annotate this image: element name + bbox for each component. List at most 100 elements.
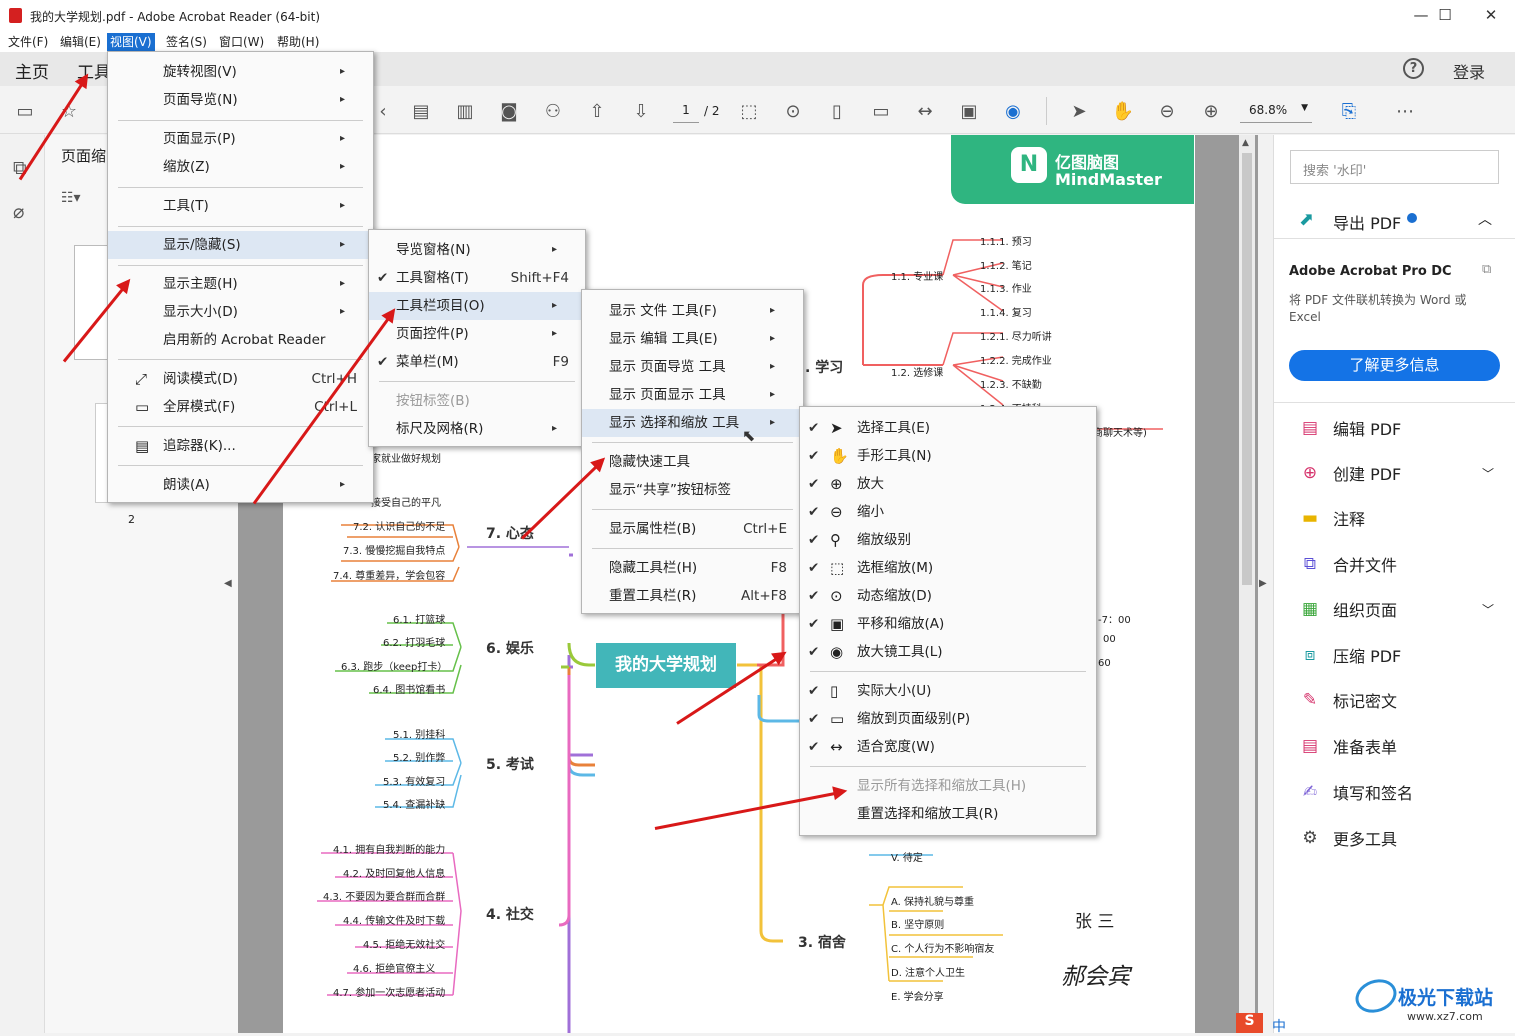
menu-item-properties-bar[interactable]: 显示属性栏(B) Ctrl+E xyxy=(582,515,803,543)
menu-item-page-nav[interactable]: 页面导览(N) ▸ xyxy=(108,86,373,114)
menu-item-marquee-zoom[interactable]: ✔ ⬚ 选框缩放(M) xyxy=(800,554,1096,582)
save-icon[interactable]: ▭ xyxy=(12,98,38,124)
menu-item-page-display[interactable]: 页面显示(P) ▸ xyxy=(108,125,373,153)
snapshot-icon[interactable]: ◙ xyxy=(496,98,522,124)
menu-help[interactable]: 帮助(H) xyxy=(274,33,322,51)
menu-item-zoom-level[interactable]: ✔ ⚲ 缩放级别 xyxy=(800,526,1096,554)
menu-item-zoom[interactable]: 缩放(Z) ▸ xyxy=(108,153,373,181)
zoom-out-icon[interactable]: ⊖ xyxy=(1154,98,1180,124)
learn-more-button[interactable]: 了解更多信息 xyxy=(1289,350,1500,381)
menu-item-hide-toolbars[interactable]: 隐藏工具栏(H) F8 xyxy=(582,554,803,582)
menu-item-tools-pane[interactable]: ✔ 工具窗格(T) Shift+F4 xyxy=(369,264,585,292)
tab-home[interactable]: 主页 xyxy=(15,58,49,83)
attachment-icon[interactable]: ⌀ xyxy=(13,201,24,223)
menu-item-zoom-out[interactable]: ✔ ⊖ 缩小 xyxy=(800,498,1096,526)
marquee-zoom-icon[interactable]: ⬚ xyxy=(736,98,762,124)
tool-organize[interactable]: ▦ 组织页面 ﹀ xyxy=(1298,594,1498,624)
actual-size-icon[interactable]: ▯ xyxy=(824,98,850,124)
tool-form[interactable]: ▤ 准备表单 xyxy=(1298,731,1498,761)
tool-more[interactable]: ⚙ 更多工具 xyxy=(1298,823,1498,853)
menu-file[interactable]: 文件(F) xyxy=(5,33,51,51)
pan-zoom-icon[interactable]: ▣ xyxy=(956,98,982,124)
menu-view[interactable]: 视图(V) xyxy=(107,33,155,51)
menu-item-fit-page[interactable]: ✔ ▭ 缩放到页面级别(P) xyxy=(800,705,1096,733)
tool-comment[interactable]: ▬ 注释 xyxy=(1298,503,1498,533)
collapse-left-icon[interactable]: ◀ xyxy=(224,578,232,589)
maximize-button[interactable]: ☐ xyxy=(1422,4,1468,28)
menu-item-reset-select-zoom[interactable]: 重置选择和缩放工具(R) xyxy=(800,800,1096,828)
help-icon[interactable]: ? xyxy=(1403,58,1424,79)
chevron-up-icon[interactable]: ︿ xyxy=(1478,209,1492,229)
hand-icon[interactable]: ✋ xyxy=(1110,98,1136,124)
ime-logo-icon[interactable]: S xyxy=(1236,1013,1263,1033)
tool-create-pdf[interactable]: ⊕ 创建 PDF ﹀ xyxy=(1298,458,1498,488)
scroll-up-icon[interactable]: ▲ xyxy=(1242,138,1249,148)
cursor-icon[interactable]: ➤ xyxy=(1066,98,1092,124)
menu-item-page-controls[interactable]: 页面控件(P) ▸ xyxy=(369,320,585,348)
menu-item-toolbar-items[interactable]: 工具栏项目(O) ▸ xyxy=(369,292,585,320)
tool-sign[interactable]: ✍ 填写和签名 xyxy=(1298,777,1498,807)
menu-item-select-tool[interactable]: ✔ ➤ 选择工具(E) xyxy=(800,414,1096,442)
menu-item-hide-quick-tools[interactable]: 隐藏快速工具 xyxy=(582,448,803,476)
clipboard-icon[interactable]: ▥ xyxy=(452,98,478,124)
menu-item-reset-toolbars[interactable]: 重置工具栏(R) Alt+F8 xyxy=(582,582,803,610)
menu-item-display-size[interactable]: 显示大小(D) ▸ xyxy=(108,298,373,326)
menu-item-show-hide[interactable]: 显示/隐藏(S) ▸ xyxy=(108,231,373,259)
page-compare-icon[interactable]: ▤ xyxy=(408,98,434,124)
search-input[interactable]: 搜索 '水印' xyxy=(1290,150,1499,184)
menu-item-tracker[interactable]: ▤ 追踪器(K)... xyxy=(108,432,373,460)
scrollbar-thumb[interactable] xyxy=(1242,153,1252,585)
menu-item-pan-zoom[interactable]: ✔ ▣ 平移和缩放(A) xyxy=(800,610,1096,638)
menu-item-fullscreen[interactable]: ▭ 全屏模式(F) Ctrl+L xyxy=(108,393,373,421)
next-page-icon[interactable]: ⇩ xyxy=(628,98,654,124)
fit-width-icon[interactable]: ↔ xyxy=(912,98,938,124)
menu-edit[interactable]: 编辑(E) xyxy=(57,33,104,51)
menu-item-loupe[interactable]: ✔ ◉ 放大镜工具(L) xyxy=(800,638,1096,666)
tool-combine[interactable]: ⧉ 合并文件 xyxy=(1298,549,1498,579)
binoculars-icon[interactable]: ⚇ xyxy=(540,98,566,124)
menu-item-menubar[interactable]: ✔ 菜单栏(M) F9 xyxy=(369,348,585,376)
menu-item-fit-width[interactable]: ✔ ↔ 适合宽度(W) xyxy=(800,733,1096,761)
zoom-level-select[interactable]: 68.8% ▼ xyxy=(1240,99,1312,123)
menu-item-hand-tool[interactable]: ✔ ✋ 手形工具(N) xyxy=(800,442,1096,470)
menu-item-dynamic-zoom[interactable]: ✔ ⊙ 动态缩放(D) xyxy=(800,582,1096,610)
dynamic-zoom-icon[interactable]: ⊙ xyxy=(780,98,806,124)
menu-item-read-aloud[interactable]: 朗读(A) ▸ xyxy=(108,471,373,499)
menu-item-zoom-in[interactable]: ✔ ⊕ 放大 xyxy=(800,470,1096,498)
fit-page-icon[interactable]: ▭ xyxy=(868,98,894,124)
tool-compress[interactable]: ⧈ 压缩 PDF xyxy=(1298,640,1498,670)
ime-mode[interactable]: 中 xyxy=(1272,1016,1286,1036)
prev-page-icon[interactable]: ⇧ xyxy=(584,98,610,124)
menu-item-actual-size[interactable]: ✔ ▯ 实际大小(U) xyxy=(800,677,1096,705)
menu-item-file-tools[interactable]: 显示 文件 工具(F) ▸ xyxy=(582,297,803,325)
loupe-icon[interactable]: ◉ xyxy=(1000,98,1026,124)
menu-item-new-reader[interactable]: 启用新的 Acrobat Reader xyxy=(108,326,373,354)
tool-redact[interactable]: ✎ 标记密文 xyxy=(1298,685,1498,715)
chevron-down-icon[interactable]: ﹀ xyxy=(1482,465,1494,482)
menu-item-share-label[interactable]: 显示“共享”按钮标签 xyxy=(582,476,803,504)
more-icon[interactable]: ⋯ xyxy=(1392,98,1418,124)
tool-edit-pdf[interactable]: ▤ 编辑 PDF xyxy=(1298,413,1498,443)
menu-item-page-nav-tools[interactable]: 显示 页面导览 工具 ▸ xyxy=(582,353,803,381)
login-button[interactable]: 登录 xyxy=(1453,59,1485,83)
vertical-scrollbar[interactable]: ▲ xyxy=(1239,135,1255,1033)
chevron-down-icon[interactable]: ﹀ xyxy=(1482,601,1494,618)
menu-item-rotate[interactable]: 旋转视图(V) ▸ xyxy=(108,58,373,86)
menu-sign[interactable]: 签名(S) xyxy=(163,33,210,51)
options-icon[interactable]: ☷▾ xyxy=(61,190,81,206)
menu-item-read-mode[interactable]: ⤢ 阅读模式(D) Ctrl+H xyxy=(108,365,373,393)
page-number-input[interactable]: 1 xyxy=(673,103,699,123)
convert-icon[interactable]: ⎘ xyxy=(1336,98,1362,124)
menu-item-edit-tools[interactable]: 显示 编辑 工具(E) ▸ xyxy=(582,325,803,353)
menu-item-theme[interactable]: 显示主题(H) ▸ xyxy=(108,270,373,298)
menu-item-rulers[interactable]: 标尺及网格(R) ▸ xyxy=(369,415,585,443)
menu-item-select-zoom-tools[interactable]: 显示 选择和缩放 工具 ▸ xyxy=(582,409,803,437)
menu-item-tools[interactable]: 工具(T) ▸ xyxy=(108,192,373,220)
menu-window[interactable]: 窗口(W) xyxy=(216,33,267,51)
expand-right-icon[interactable]: ▶ xyxy=(1259,578,1267,589)
export-pdf-label[interactable]: 导出 PDF xyxy=(1333,210,1401,234)
close-button[interactable]: ✕ xyxy=(1468,4,1514,28)
menu-item-page-display-tools[interactable]: 显示 页面显示 工具 ▸ xyxy=(582,381,803,409)
menu-item-nav-panes[interactable]: 导览窗格(N) ▸ xyxy=(369,236,585,264)
zoom-in-icon[interactable]: ⊕ xyxy=(1198,98,1224,124)
